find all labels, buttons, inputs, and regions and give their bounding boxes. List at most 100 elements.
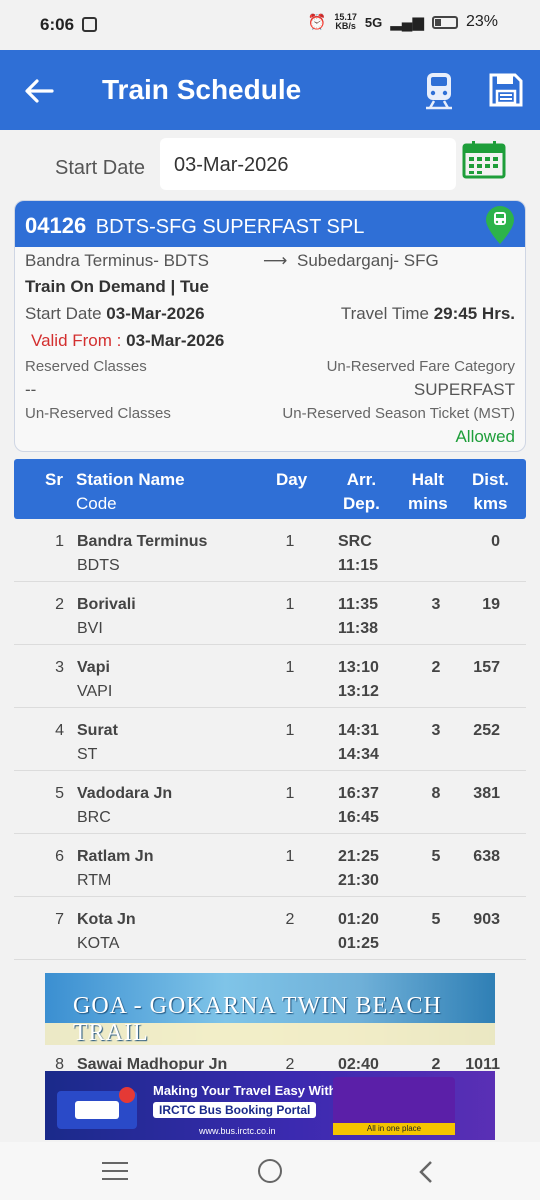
row-sr: 2 <box>55 596 64 613</box>
row-station: Bandra Terminus BDTS <box>77 530 207 578</box>
row-sr: 1 <box>55 533 64 550</box>
mst-value: Allowed <box>455 427 515 446</box>
ad-banner-irctc-bus[interactable]: Making Your Travel Easy With IRCTC Bus B… <box>45 1071 495 1140</box>
recent-apps-icon[interactable] <box>102 1162 128 1182</box>
table-row[interactable]: 6 Ratlam Jn RTM 1 21:25 21:30 5 638 <box>14 834 526 897</box>
row-arr-dep: 11:35 11:38 <box>338 593 378 641</box>
row-arr: 01:20 <box>338 911 379 928</box>
row-arr-dep: 13:10 13:12 <box>338 656 379 704</box>
row-arr: 13:10 <box>338 659 379 676</box>
header-arr: Arr. <box>346 470 377 489</box>
header-station-code: Code <box>76 494 117 513</box>
header-station: Station Name Code <box>76 468 185 516</box>
row-station: Sawai Madhopur Jn <box>77 1053 227 1070</box>
from-station: Bandra Terminus- BDTS <box>25 251 209 270</box>
row-arr-dep: 21:25 21:30 <box>338 845 379 893</box>
app-bar: Train Schedule <box>0 50 540 130</box>
row-dist: 1011 <box>465 1056 500 1070</box>
ad-portal-name: IRCTC Bus Booking Portal <box>153 1102 317 1118</box>
bus-map-icon <box>57 1087 137 1129</box>
valid-from-label: Valid From : <box>31 331 122 350</box>
fare-category-value: SUPERFAST <box>413 380 515 399</box>
row-sr: 7 <box>55 911 64 928</box>
row-day: 1 <box>285 533 295 550</box>
row-arr: 16:37 <box>338 785 379 802</box>
header-dist: Dist. kms <box>472 468 509 516</box>
header-halt-label: Halt <box>411 470 444 489</box>
ad-banner-goa[interactable]: GOA - GOKARNA TWIN BEACH TRAIL <box>45 973 495 1045</box>
signal-icon: ▂▄▆ <box>390 14 424 31</box>
row-dist: 381 <box>473 785 500 802</box>
route-arrow-icon: ⟶ <box>263 251 288 270</box>
start-date-field[interactable]: 03-Mar-2026 <box>160 138 456 190</box>
calendar-icon[interactable] <box>462 140 506 180</box>
back-arrow-icon[interactable] <box>22 74 56 108</box>
row-station: Borivali BVI <box>77 593 136 641</box>
row-halt: 5 <box>431 911 441 928</box>
travel-time: Travel Time 29:45 Hrs. <box>341 304 515 324</box>
row-halt: 8 <box>431 785 441 802</box>
row-halt: 3 <box>431 596 441 613</box>
system-nav-bar <box>0 1142 540 1200</box>
train-location-pin-icon[interactable] <box>483 205 517 245</box>
header-dep: Dep. <box>343 494 380 513</box>
row-halt: 3 <box>431 722 441 739</box>
row-station-name: Kota Jn <box>77 911 136 928</box>
unreserved-classes-label: Un-Reserved Classes <box>25 405 171 422</box>
ad-features-strip: All in one place <box>333 1123 455 1135</box>
fare-category-label: Un-Reserved Fare Category <box>326 358 515 375</box>
table-row[interactable]: 8 Sawai Madhopur Jn 2 02:40 2 1011 <box>14 1046 526 1070</box>
row-station-name: Sawai Madhopur Jn <box>77 1056 228 1070</box>
valid-from-row: Valid From : 03-Mar-2026 <box>31 331 515 351</box>
row-halt: 5 <box>431 848 441 865</box>
row-dist: 638 <box>473 848 500 865</box>
row-day: 2 <box>285 911 295 928</box>
page-title: Train Schedule <box>102 74 302 105</box>
row-arr: 14:31 <box>338 722 379 739</box>
train-icon[interactable] <box>422 70 456 110</box>
row-arr-dep: 16:37 16:45 <box>338 782 379 830</box>
row-arr-dep: 14:31 14:34 <box>338 719 379 767</box>
save-icon[interactable] <box>488 72 524 108</box>
table-row[interactable]: 5 Vadodara Jn BRC 1 16:37 16:45 8 381 <box>14 771 526 834</box>
card-start-value: 03-Mar-2026 <box>106 304 205 323</box>
travel-time-value: 29:45 Hrs. <box>433 304 515 323</box>
classes-row-3: Un-Reserved Classes Un-Reserved Season T… <box>25 405 515 422</box>
home-icon[interactable] <box>258 1159 282 1183</box>
reserved-classes-value: -- <box>25 380 37 399</box>
row-dep: 14:34 <box>338 746 379 763</box>
table-row[interactable]: 4 Surat ST 1 14:31 14:34 3 252 <box>14 708 526 771</box>
table-row[interactable]: 3 Vapi VAPI 1 13:10 13:12 2 157 <box>14 645 526 708</box>
header-dist-label: Dist. <box>472 470 509 489</box>
start-travel-row: Start Date 03-Mar-2026 Travel Time 29:45… <box>25 304 515 324</box>
row-station-name: Bandra Terminus <box>77 533 208 550</box>
classes-row-1: Reserved Classes Un-Reserved Fare Catego… <box>25 358 515 375</box>
header-halt-unit: mins <box>408 494 448 513</box>
row-dep: 11:38 <box>338 620 379 637</box>
row-day: 1 <box>285 596 295 613</box>
table-row[interactable]: 7 Kota Jn KOTA 2 01:20 01:25 5 903 <box>14 897 526 960</box>
nav-back-icon[interactable] <box>416 1160 436 1184</box>
row-arr: 11:35 <box>338 596 379 613</box>
ad-banner-title: GOA - GOKARNA TWIN BEACH TRAIL <box>73 993 442 1045</box>
row-day: 1 <box>285 785 295 802</box>
header-arr-dep: Arr. Dep. <box>343 468 380 516</box>
row-station-code: ST <box>77 746 98 763</box>
header-dist-unit: kms <box>473 494 508 513</box>
travel-time-label: Travel Time <box>340 304 429 323</box>
row-day: 1 <box>285 722 295 739</box>
train-info-card: 04126 BDTS-SFG SUPERFAST SPL Bandra Term… <box>14 200 526 452</box>
row-station-code: RTM <box>77 872 112 889</box>
row-station-code: VAPI <box>77 683 113 700</box>
network-type: 5G <box>364 14 383 30</box>
table-row[interactable]: 2 Borivali BVI 1 11:35 11:38 3 19 <box>14 582 526 645</box>
row-arr: 02:40 <box>338 1056 379 1070</box>
row-station-code: BDTS <box>77 557 120 574</box>
table-row[interactable]: 1 Bandra Terminus BDTS 1 SRC 11:15 0 <box>14 519 526 582</box>
row-halt: 2 <box>431 659 441 676</box>
row-day: 1 <box>285 848 295 865</box>
notification-icon <box>82 17 97 32</box>
row-station-name: Vadodara Jn <box>77 785 173 802</box>
header-station-name: Station Name <box>76 470 185 489</box>
row-arr-dep: 01:20 01:25 <box>338 908 379 956</box>
